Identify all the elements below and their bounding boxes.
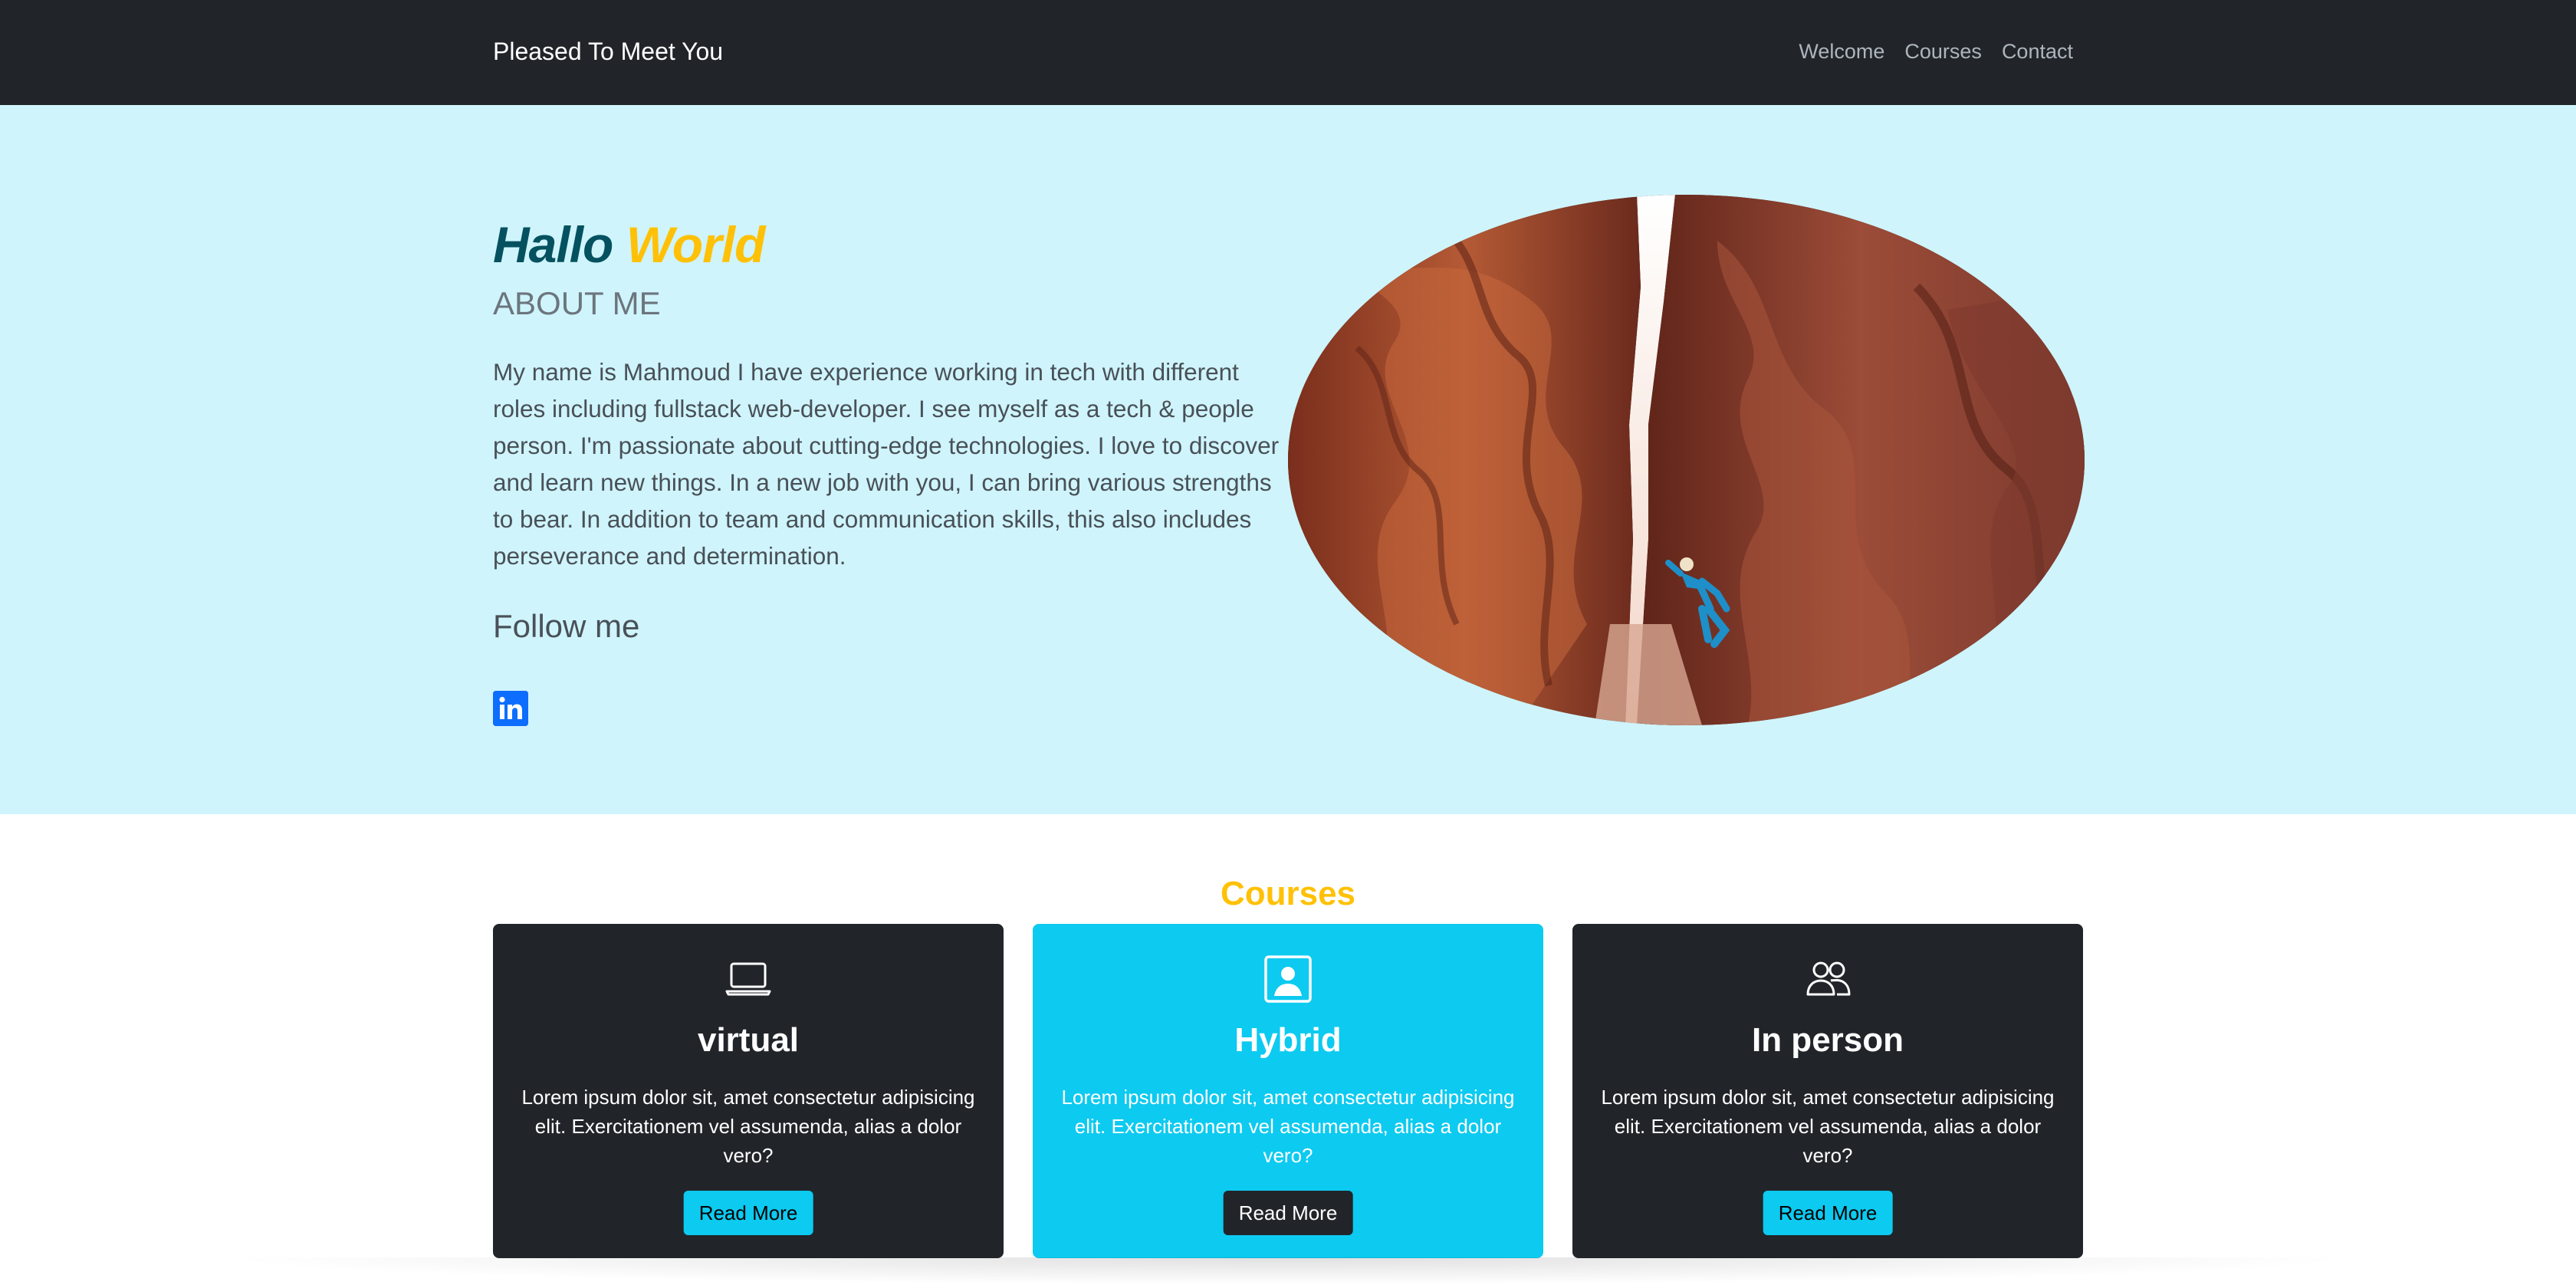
course-card-in-person: In person Lorem ipsum dolor sit, amet co… [1572,924,2083,1258]
navbar: Pleased To Meet You Welcome Courses Cont… [0,0,2576,105]
hero-title-word-2: World [626,216,766,273]
brand-logo-text[interactable]: Pleased To Meet You [493,34,723,69]
course-card-text: Lorem ipsum dolor sit, amet consectetur … [1601,1086,2055,1167]
laptop-icon [493,955,1004,1004]
follow-title: Follow me [493,608,640,644]
nav-link-contact[interactable]: Contact [2002,34,2073,69]
course-card-title: virtual [697,1021,800,1059]
about-title: ABOUT ME [493,285,661,321]
read-more-button[interactable]: Read More [1763,1191,1893,1235]
course-card-text: Lorem ipsum dolor sit, amet consectetur … [521,1086,975,1167]
course-card-hybrid: Hybrid Lorem ipsum dolor sit, amet conse… [1033,924,1543,1258]
nav-link-welcome[interactable]: Welcome [1799,34,1884,69]
about-text: My name is Mahmoud I have experience wor… [493,358,1280,570]
course-card-title: Hybrid [1234,1021,1342,1059]
hero-title-word-1: Hallo [493,216,613,273]
person-badge-icon [1033,955,1543,1004]
read-more-button[interactable]: Read More [683,1191,813,1235]
hero-section: Hallo World ABOUT ME My name is Mahmoud … [0,105,2576,814]
people-icon [1572,955,2083,1004]
nav-links: Welcome Courses Contact [1799,34,2073,69]
hero-image [1288,195,2085,725]
hero-title: Hallo World [493,214,766,275]
course-card-virtual: virtual Lorem ipsum dolor sit, amet cons… [493,924,1004,1258]
course-card-title: In person [1751,1021,1904,1059]
course-card-text: Lorem ipsum dolor sit, amet consectetur … [1061,1086,1515,1167]
courses-title: Courses [1220,875,1356,912]
nav-link-courses[interactable]: Courses [1904,34,1982,69]
linkedin-icon[interactable] [493,691,528,726]
footer-shadow [215,1257,2361,1285]
read-more-button[interactable]: Read More [1223,1191,1353,1235]
